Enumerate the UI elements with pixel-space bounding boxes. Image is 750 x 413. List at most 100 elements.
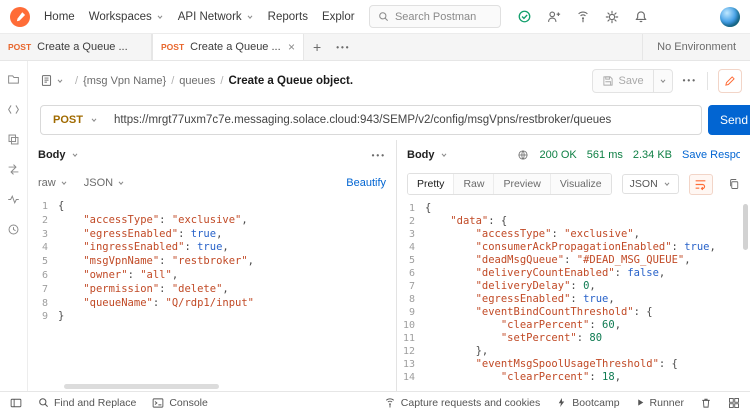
- main-nav: Home Workspaces API Network Reports Expl…: [44, 11, 355, 23]
- request-tab-inactive[interactable]: POST Create a Queue ...: [0, 34, 152, 60]
- save-options-button[interactable]: [653, 70, 672, 92]
- nav-reports[interactable]: Reports: [268, 11, 308, 23]
- trash-icon[interactable]: [700, 397, 712, 409]
- tab-visualize[interactable]: Visualize: [551, 174, 611, 194]
- tab-pretty[interactable]: Pretty: [408, 174, 454, 194]
- left-icon-strip: [0, 61, 28, 391]
- mock-servers-icon[interactable]: [7, 163, 20, 176]
- code-line: 6 "owner": "all",: [28, 269, 396, 283]
- history-icon[interactable]: [7, 223, 20, 236]
- method-selector[interactable]: POST: [41, 114, 108, 126]
- request-tab-active[interactable]: POST Create a Queue ... ×: [152, 34, 304, 60]
- tab-raw[interactable]: Raw: [454, 174, 494, 194]
- monitors-icon[interactable]: [7, 193, 20, 206]
- send-button[interactable]: Send: [708, 105, 750, 135]
- search-icon: [38, 397, 49, 408]
- request-actions: Save •••: [592, 69, 742, 93]
- bootcamp-button[interactable]: Bootcamp: [556, 397, 619, 409]
- apis-icon[interactable]: [7, 103, 20, 116]
- breadcrumb-queues[interactable]: queues: [179, 75, 215, 87]
- url-input[interactable]: https://mrgt77uxm7c7e.messaging.solace.c…: [108, 114, 701, 126]
- nav-home[interactable]: Home: [44, 11, 75, 23]
- nav-workspaces[interactable]: Workspaces: [89, 11, 164, 23]
- invite-user-icon[interactable]: [547, 10, 561, 24]
- capture-icon: [384, 397, 396, 409]
- find-replace-button[interactable]: Find and Replace: [38, 397, 136, 409]
- body-language-label: JSON: [84, 177, 113, 189]
- line-number: 9: [397, 306, 425, 319]
- chevron-down-icon: [60, 179, 68, 187]
- close-tab-icon[interactable]: ×: [288, 40, 295, 54]
- code-line: 1{: [397, 202, 750, 215]
- save-floppy-icon: [602, 75, 614, 87]
- postman-app: Home Workspaces API Network Reports Expl…: [0, 0, 750, 413]
- avatar[interactable]: [720, 7, 740, 27]
- collection-doc-icon[interactable]: [40, 74, 64, 87]
- url-row: POST https://mrgt77uxm7c7e.messaging.sol…: [28, 100, 750, 140]
- line-number: 14: [397, 371, 425, 384]
- status-bar: Find and Replace Console Capture request…: [0, 391, 750, 413]
- sync-status-icon[interactable]: [517, 9, 532, 24]
- request-body-pane: Body ••• raw JSON Beautify 1{2 "accessTy…: [28, 140, 396, 391]
- environment-selector[interactable]: No Environment: [642, 34, 750, 60]
- body-format-select[interactable]: raw: [38, 177, 68, 189]
- line-number: 6: [28, 269, 58, 283]
- save-button-main[interactable]: Save: [593, 75, 653, 87]
- save-response-link[interactable]: Save Response: [682, 149, 740, 161]
- save-button[interactable]: Save: [592, 69, 673, 93]
- response-status-badge[interactable]: 200 OK: [539, 149, 576, 161]
- request-editor-hscrollbar[interactable]: [64, 384, 386, 389]
- request-editor[interactable]: 1{2 "accessType": "exclusive",3 "egressE…: [28, 200, 396, 324]
- beautify-link[interactable]: Beautify: [346, 177, 386, 189]
- response-scrollbar[interactable]: [743, 204, 748, 387]
- postman-logo-icon[interactable]: [10, 7, 30, 27]
- scrollbar-thumb[interactable]: [743, 204, 748, 250]
- code-line: 3 "egressEnabled": true,: [28, 228, 396, 242]
- response-size-badge[interactable]: 2.34 KB: [633, 149, 672, 161]
- settings-gear-icon[interactable]: [605, 10, 619, 24]
- chevron-down-icon: [56, 77, 64, 85]
- nav-api-network[interactable]: API Network: [178, 11, 254, 23]
- edit-pencil-icon[interactable]: [718, 69, 742, 93]
- network-globe-icon[interactable]: [517, 149, 529, 161]
- capture-requests-button[interactable]: Capture requests and cookies: [384, 397, 541, 409]
- line-number: 7: [28, 283, 58, 297]
- collections-icon[interactable]: [7, 73, 20, 86]
- bootcamp-label: Bootcamp: [572, 397, 619, 409]
- response-editor[interactable]: 1{2 "data": {3 "accessType": "exclusive"…: [397, 202, 750, 384]
- sidebar-toggle-icon[interactable]: [10, 397, 22, 409]
- nav-api-network-label: API Network: [178, 11, 242, 23]
- tab-method-badge: POST: [8, 42, 31, 52]
- satellite-icon[interactable]: [576, 10, 590, 24]
- tab-options-icon[interactable]: •••: [330, 34, 356, 60]
- scrollbar-thumb[interactable]: [64, 384, 219, 389]
- wrap-text-icon[interactable]: [689, 174, 713, 195]
- chevron-down-icon: [90, 116, 98, 124]
- line-number: 13: [397, 358, 425, 371]
- chevron-down-icon: [117, 179, 125, 187]
- new-tab-button[interactable]: +: [304, 34, 330, 60]
- search-input[interactable]: Search Postman: [369, 5, 501, 28]
- response-time-badge[interactable]: 561 ms: [587, 149, 623, 161]
- search-placeholder: Search Postman: [395, 11, 476, 23]
- url-box: POST https://mrgt77uxm7c7e.messaging.sol…: [40, 105, 702, 135]
- layout-icon[interactable]: [728, 397, 740, 409]
- request-body-more-icon[interactable]: •••: [372, 151, 386, 160]
- console-icon: [152, 397, 164, 409]
- runner-button[interactable]: Runner: [636, 397, 684, 409]
- request-more-icon[interactable]: •••: [683, 76, 697, 85]
- response-meta: 200 OK 561 ms 2.34 KB Save Response: [517, 149, 740, 161]
- response-body-label[interactable]: Body: [407, 149, 448, 161]
- breadcrumb-msgvpn[interactable]: {msg Vpn Name}: [83, 75, 166, 87]
- environments-icon[interactable]: [7, 133, 20, 146]
- request-body-label[interactable]: Body: [38, 149, 79, 161]
- copy-response-icon[interactable]: [728, 178, 740, 190]
- nav-explore[interactable]: Explore: [322, 11, 355, 23]
- notifications-bell-icon[interactable]: [634, 10, 648, 24]
- console-button[interactable]: Console: [152, 397, 208, 409]
- code-line: 4 "consumerAckPropagationEnabled": true,: [397, 241, 750, 254]
- tab-preview[interactable]: Preview: [494, 174, 550, 194]
- response-language-select[interactable]: JSON: [622, 174, 679, 194]
- response-pane: Body 200 OK 561 ms 2.34 KB Save Response…: [397, 140, 750, 391]
- body-language-select[interactable]: JSON: [84, 177, 125, 189]
